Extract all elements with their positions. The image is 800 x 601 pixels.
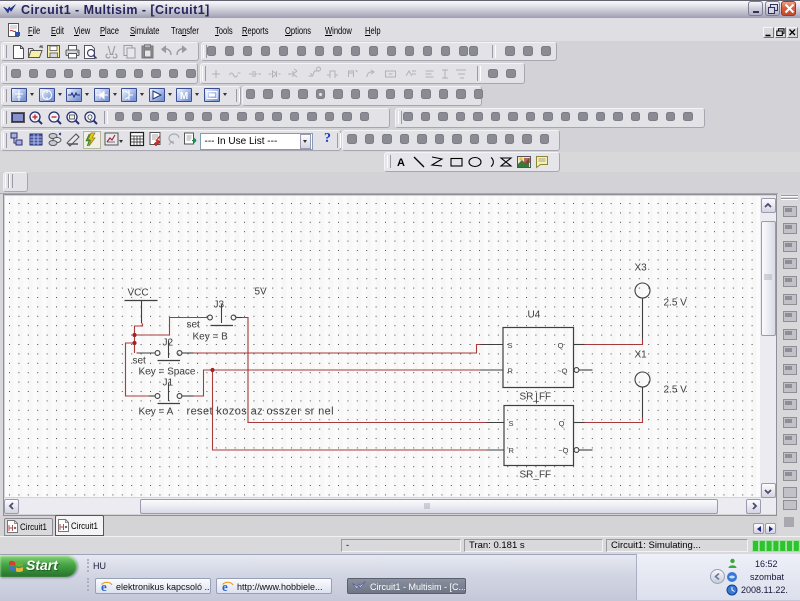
svg-text:Q: Q (87, 115, 93, 122)
svg-text:Key = B: Key = B (193, 332, 229, 343)
svg-text:VCC: VCC (128, 288, 149, 299)
svg-text:Key = Space: Key = Space (139, 367, 196, 378)
svg-text:2.5 V: 2.5 V (664, 298, 688, 309)
svg-text:~Q: ~Q (558, 446, 568, 455)
svg-text:X1: X1 (635, 350, 648, 361)
svg-text:~Q: ~Q (557, 367, 567, 376)
svg-text:J3: J3 (214, 300, 225, 311)
svg-text:A: A (397, 157, 405, 169)
svg-text:Q: Q (559, 419, 565, 428)
svg-text:SR_FF: SR_FF (520, 392, 552, 403)
svg-text:set: set (187, 320, 201, 331)
svg-text:2.5 V: 2.5 V (664, 385, 688, 396)
svg-text:5V: 5V (255, 287, 268, 298)
svg-text:R: R (509, 446, 515, 455)
svg-text:SR_FF: SR_FF (520, 470, 552, 481)
svg-text:Key = A: Key = A (139, 407, 174, 418)
svg-text:U4: U4 (528, 310, 541, 321)
svg-text:Q: Q (558, 341, 564, 350)
svg-text:M: M (180, 91, 188, 102)
svg-text:X3: X3 (635, 263, 648, 274)
svg-text:reset kozos az osszer sr nel: reset kozos az osszer sr nel (187, 406, 335, 418)
svg-text:S: S (508, 341, 513, 350)
svg-text:R: R (508, 367, 514, 376)
svg-text:S: S (509, 419, 514, 428)
svg-text:set: set (133, 356, 147, 367)
